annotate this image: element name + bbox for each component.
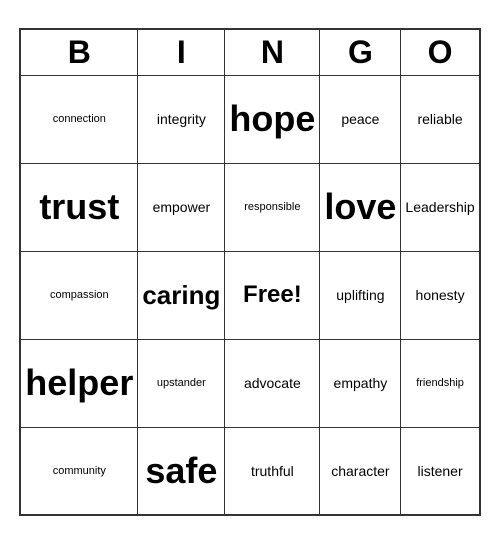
cell-r2-c1: caring xyxy=(138,251,225,339)
cell-r3-c1: upstander xyxy=(138,339,225,427)
cell-r4-c1: safe xyxy=(138,427,225,515)
header-i: I xyxy=(138,29,225,76)
cell-r3-c4: friendship xyxy=(401,339,480,427)
cell-r1-c2: responsible xyxy=(225,163,320,251)
cell-r1-c1: empower xyxy=(138,163,225,251)
cell-r4-c3: character xyxy=(320,427,401,515)
grid-row-3: helperupstanderadvocateempathyfriendship xyxy=(20,339,479,427)
bingo-card: B I N G O connectionintegrityhopepeacere… xyxy=(19,28,480,517)
cell-r3-c0: helper xyxy=(20,339,138,427)
grid-row-4: communitysafetruthfulcharacterlistener xyxy=(20,427,479,515)
cell-r2-c4: honesty xyxy=(401,251,480,339)
cell-r2-c3: uplifting xyxy=(320,251,401,339)
cell-r0-c0: connection xyxy=(20,75,138,163)
cell-r0-c1: integrity xyxy=(138,75,225,163)
header-g: G xyxy=(320,29,401,76)
cell-r4-c4: listener xyxy=(401,427,480,515)
grid-row-1: trustempowerresponsibleloveLeadership xyxy=(20,163,479,251)
cell-r2-c0: compassion xyxy=(20,251,138,339)
cell-r3-c2: advocate xyxy=(225,339,320,427)
cell-r3-c3: empathy xyxy=(320,339,401,427)
cell-r4-c2: truthful xyxy=(225,427,320,515)
cell-r1-c4: Leadership xyxy=(401,163,480,251)
cell-r2-c2: Free! xyxy=(225,251,320,339)
header-b: B xyxy=(20,29,138,76)
grid-row-0: connectionintegrityhopepeacereliable xyxy=(20,75,479,163)
cell-r0-c3: peace xyxy=(320,75,401,163)
grid-row-2: compassioncaringFree!upliftinghonesty xyxy=(20,251,479,339)
cell-r4-c0: community xyxy=(20,427,138,515)
header-row: B I N G O xyxy=(20,29,479,76)
cell-r0-c2: hope xyxy=(225,75,320,163)
cell-r0-c4: reliable xyxy=(401,75,480,163)
header-n: N xyxy=(225,29,320,76)
header-o: O xyxy=(401,29,480,76)
cell-r1-c3: love xyxy=(320,163,401,251)
cell-r1-c0: trust xyxy=(20,163,138,251)
